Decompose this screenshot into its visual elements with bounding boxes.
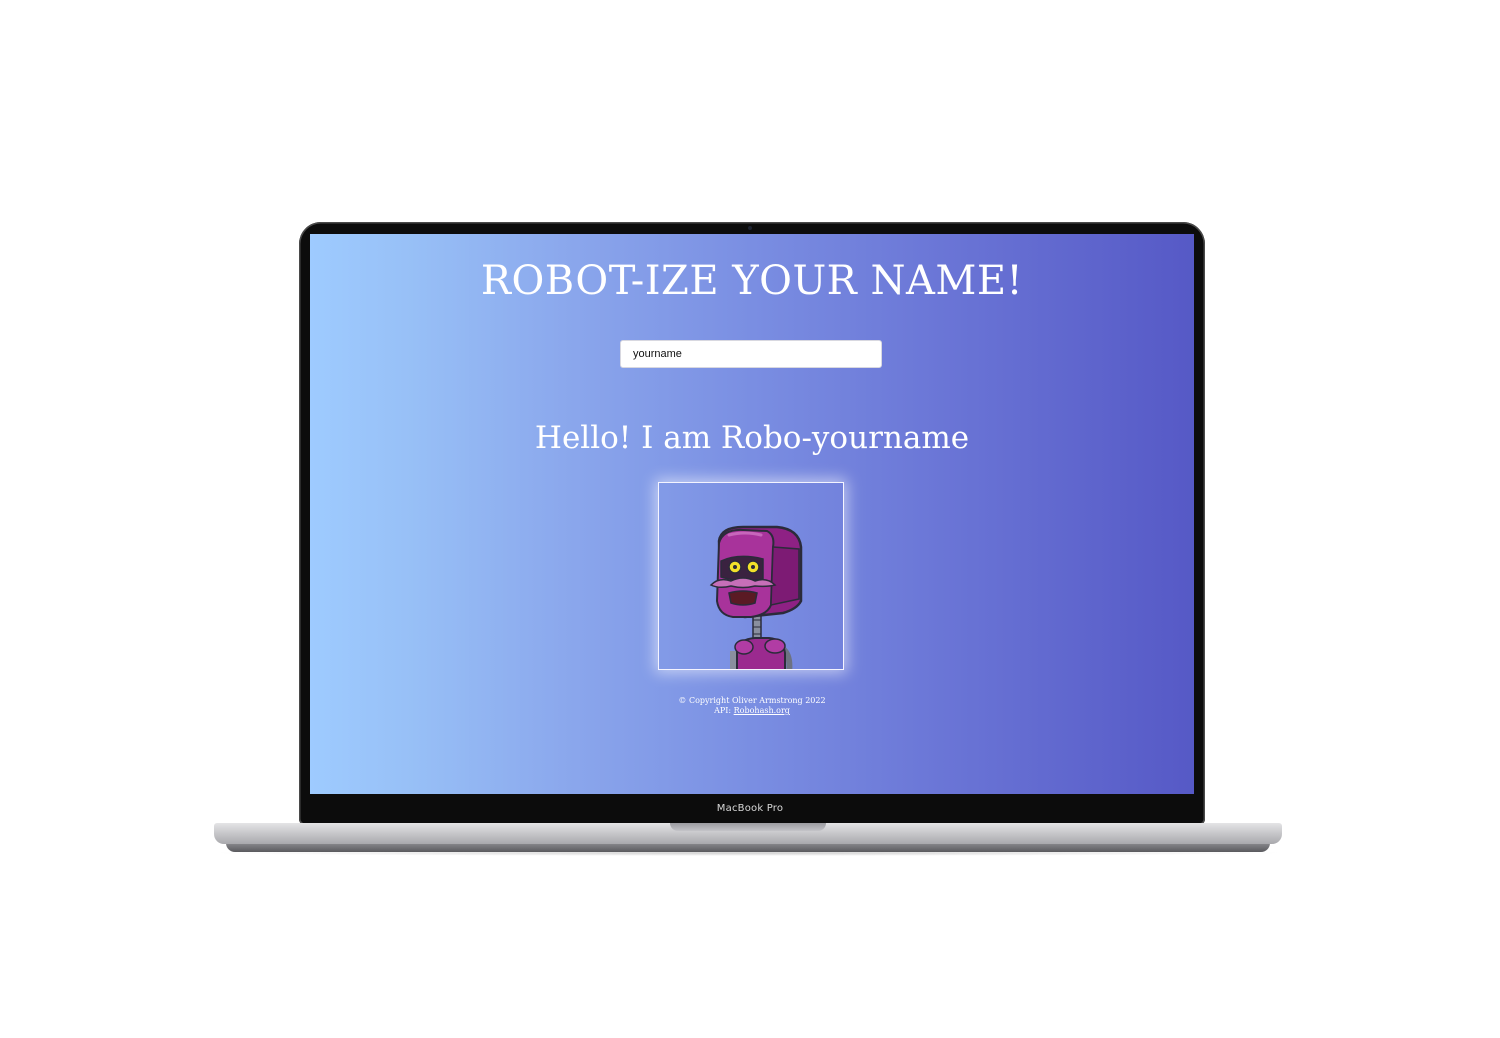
laptop-notch	[670, 823, 826, 831]
api-credit: API: Robohash.org	[310, 706, 1194, 716]
camera-icon	[748, 226, 752, 230]
device-label: MacBook Pro	[716, 803, 784, 814]
laptop-mockup: ROBOT-IZE YOUR NAME! Hello! I am Robo-yo…	[0, 0, 1500, 1038]
browser-viewport: ROBOT-IZE YOUR NAME! Hello! I am Robo-yo…	[310, 234, 1194, 794]
robohash-link[interactable]: Robohash.org	[734, 706, 790, 715]
laptop-base-foot	[226, 843, 1270, 852]
api-prefix: API:	[714, 706, 734, 715]
robot-greeting: Hello! I am Robo-yourname	[534, 420, 970, 456]
page-title: ROBOT-IZE YOUR NAME!	[480, 258, 1024, 304]
copyright-text: © Copyright Oliver Armstrong 2022	[678, 696, 826, 705]
page-footer: © Copyright Oliver Armstrong 2022 API: R…	[310, 696, 1194, 716]
name-input[interactable]	[620, 340, 882, 368]
robot-avatar-icon	[709, 525, 803, 669]
robot-image-frame	[658, 482, 844, 670]
